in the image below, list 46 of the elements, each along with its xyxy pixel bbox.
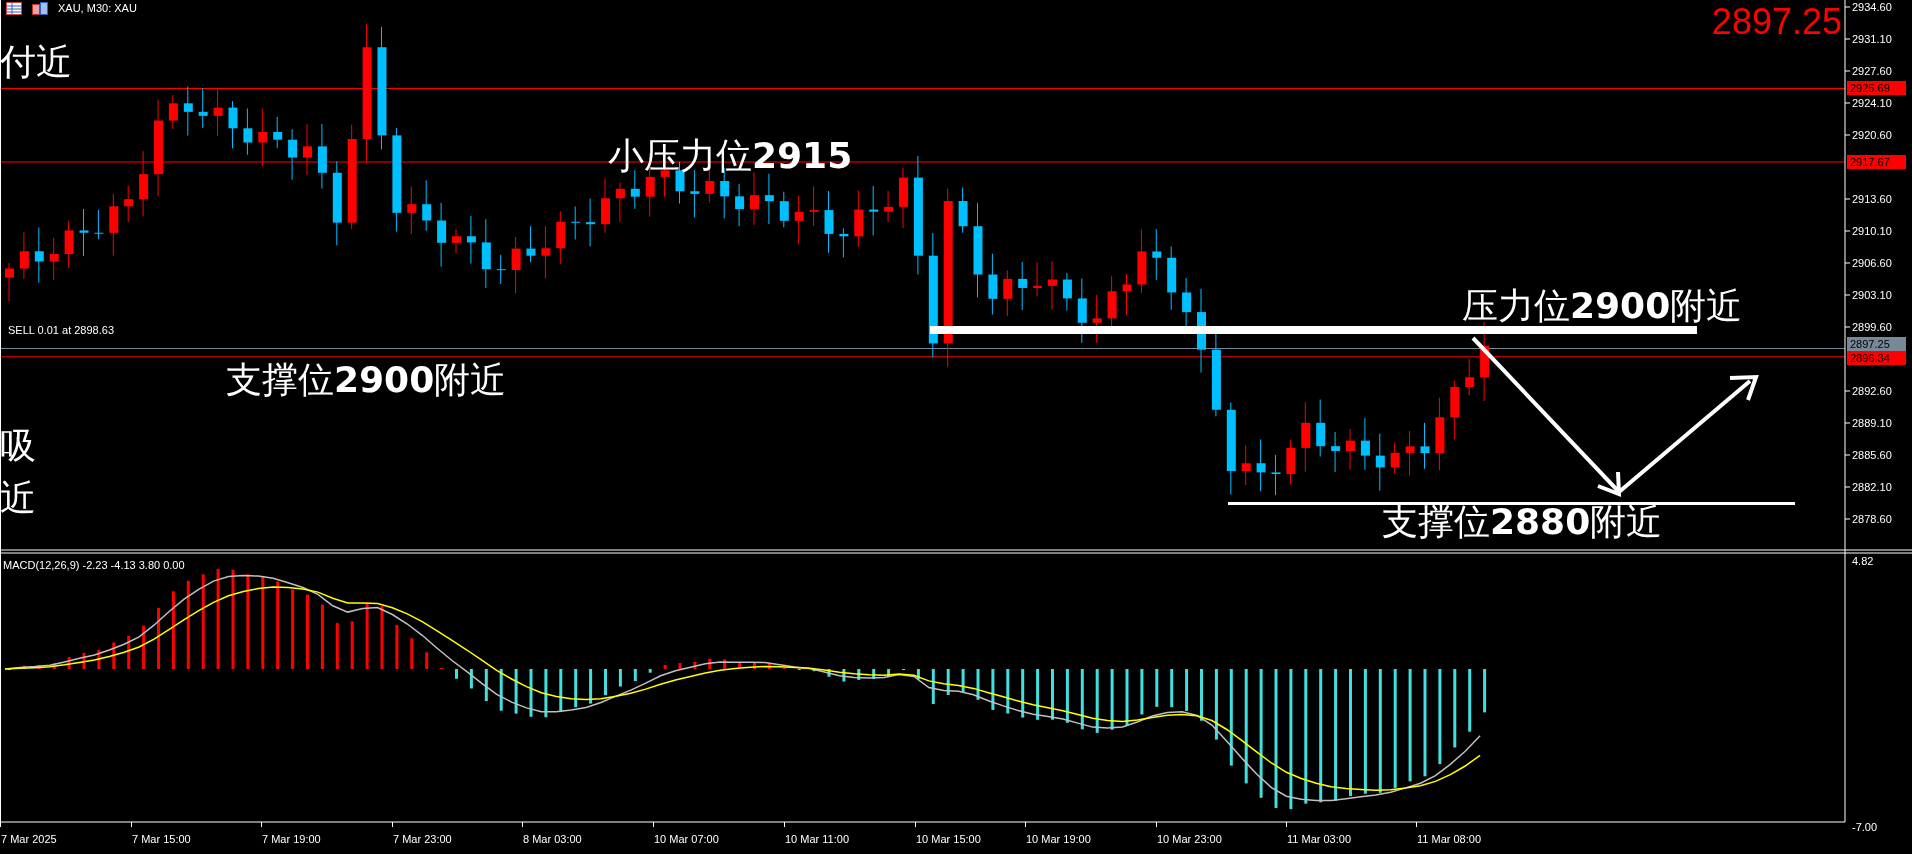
time-tick-label: 10 Mar 11:00 [785, 832, 849, 846]
price-tick-label: 2899.60 [1852, 320, 1892, 334]
price-tick-label: 2934.60 [1852, 0, 1892, 14]
time-tick-label: 8 Mar 03:00 [523, 832, 582, 846]
chart-title: XAU, M30: XAU [58, 1, 137, 15]
price-tick-label: 2906.60 [1852, 256, 1892, 270]
time-tick-label: 10 Mar 19:00 [1026, 832, 1091, 846]
price-tick-label: 2892.60 [1852, 384, 1892, 398]
price-tick-label: 2910.10 [1852, 224, 1892, 238]
chart-window-icon[interactable] [32, 1, 48, 15]
order-label: SELL 0.01 at 2898.63 [8, 323, 114, 337]
time-tick-label: 11 Mar 03:00 [1287, 832, 1351, 846]
time-tick-label: 7 Mar 19:00 [262, 832, 321, 846]
price-marker: 2896.34 [1847, 351, 1906, 365]
time-tick-label: 7 Mar 23:00 [393, 832, 452, 846]
price-marker: 2925.69 [1847, 81, 1906, 95]
price-tick-label: 2920.60 [1852, 128, 1892, 142]
time-tick-label: 7 Mar 15:00 [132, 832, 191, 846]
annotation-text: 吸 [0, 424, 36, 468]
price-tick-label: 2927.60 [1852, 64, 1892, 78]
annotation-text: 近 [0, 476, 36, 520]
annotation-text: 压力位2900附近 [1462, 284, 1743, 328]
price-tick-label: 2903.10 [1852, 288, 1892, 302]
price-tick-label: 2889.10 [1852, 416, 1892, 430]
annotation-text: 支撑位2880附近 [1382, 500, 1663, 544]
indicator-label: MACD(12,26,9) -2.23 -4.13 3.80 0.00 [3, 558, 185, 572]
time-tick-label: 11 Mar 08:00 [1417, 832, 1481, 846]
indicator-tick-label: -7.00 [1852, 820, 1878, 834]
annotation-text: 支撑位2900附近 [226, 358, 507, 402]
time-tick-label: 10 Mar 15:00 [916, 832, 981, 846]
price-tick-label: 2882.10 [1852, 480, 1892, 494]
price-marker: 2897.25 [1847, 337, 1906, 351]
price-tick-label: 2924.10 [1852, 96, 1892, 110]
price-tick-label: 2913.60 [1852, 192, 1892, 206]
price-marker: 2917.67 [1847, 155, 1906, 169]
price-tick-label: 2878.60 [1852, 512, 1892, 526]
price-tick-label: 2931.10 [1852, 32, 1892, 46]
price-tick-label: 2885.60 [1852, 448, 1892, 462]
time-tick-label: 7 Mar 2025 [1, 832, 57, 846]
time-tick-label: 10 Mar 23:00 [1157, 832, 1222, 846]
annotation-text: 小压力位2915 [608, 134, 853, 178]
indicator-tick-label: 4.82 [1852, 554, 1874, 568]
time-tick-label: 10 Mar 07:00 [654, 832, 719, 846]
annotation-text: 付近 [0, 40, 72, 84]
grid-icon[interactable] [6, 1, 22, 15]
current-price: 2897.25 [1711, 2, 1842, 42]
